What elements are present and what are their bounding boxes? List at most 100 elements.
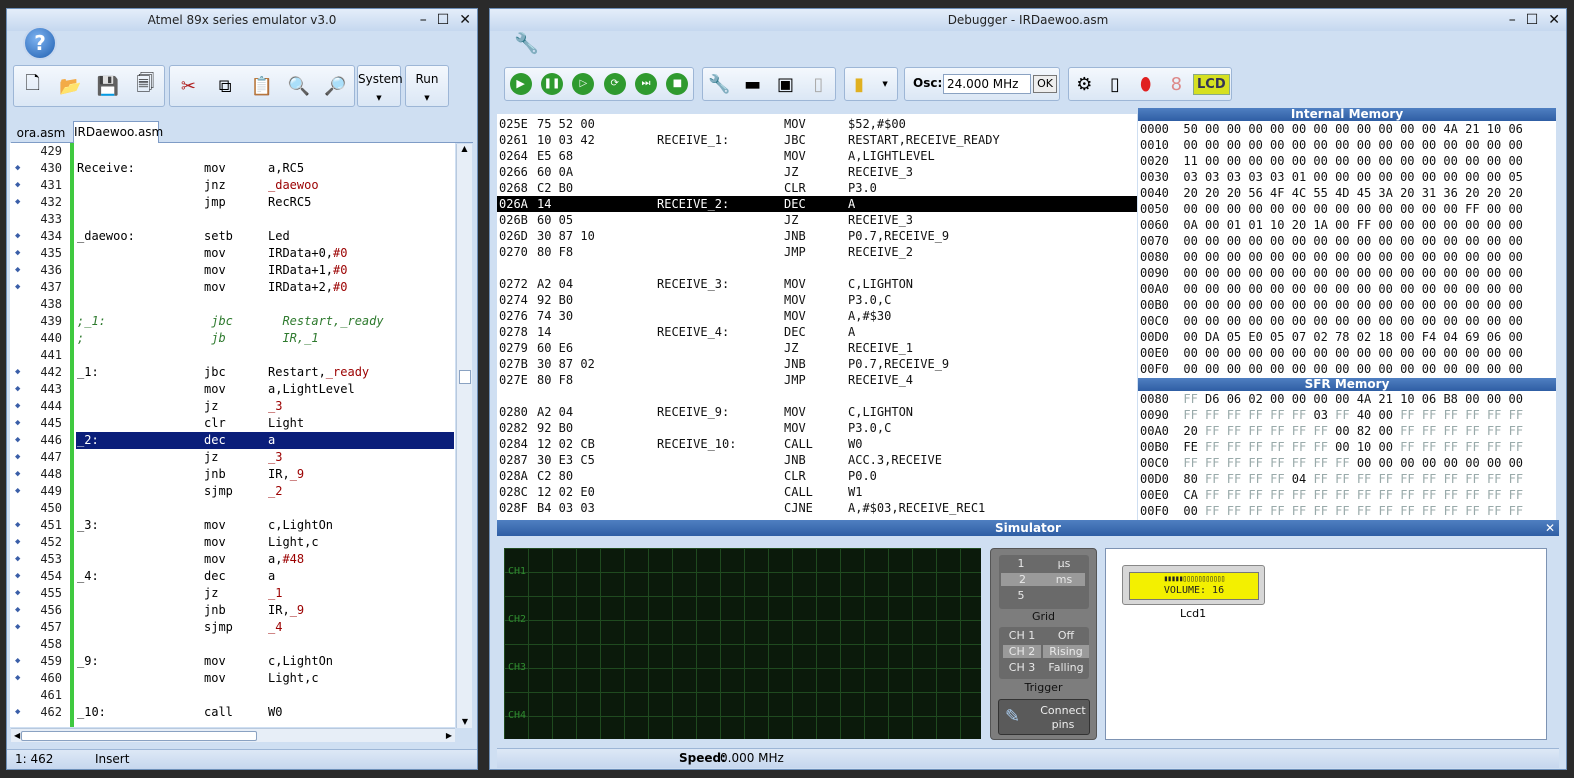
memory-row[interactable]: 0040 20 20 20 56 4F 4C 55 4D 45 3A 20 31…	[1140, 185, 1523, 201]
disasm-line[interactable]: 027B 30 87 02 JNB P0.7,RECEIVE_9	[497, 356, 1137, 372]
trigger-channel[interactable]: CH 1	[1003, 629, 1041, 642]
disasm-line[interactable]: 0280 A2 04 RECEIVE_9: MOV C,LIGHTON	[497, 404, 1137, 420]
seven-segment-icon[interactable]: 8	[1162, 70, 1190, 98]
disasm-line[interactable]: 0274 92 B0 MOV P3.0,C	[497, 292, 1137, 308]
tab-ora[interactable]: ora.asm	[15, 123, 67, 143]
disasm-line[interactable]: 0270 80 F8 JMP RECEIVE_2	[497, 244, 1137, 260]
button-component-icon[interactable]: ⚙	[1070, 70, 1098, 98]
memory-row[interactable]: 00B0 00 00 00 00 00 00 00 00 00 00 00 00…	[1140, 297, 1523, 313]
clipboard-icon[interactable]: ▯	[805, 70, 833, 98]
breakpoint-dot-icon[interactable]: ◆	[15, 670, 20, 687]
code-line[interactable]: ◆ 434 _daewoo: setb Led	[10, 228, 455, 245]
breakpoint-dot-icon[interactable]: ◆	[15, 534, 20, 551]
open-file-icon[interactable]: 📂	[56, 72, 84, 100]
code-line[interactable]: ◆ 432 jmp RecRC5	[10, 194, 455, 211]
step-into-icon[interactable]: ▷	[572, 73, 595, 95]
disasm-line[interactable]: 025E 75 52 00 MOV $52,#$00	[497, 116, 1137, 132]
switch-component-icon[interactable]: ▯	[1101, 70, 1129, 98]
breakpoint-dot-icon[interactable]: ◆	[15, 568, 20, 585]
sfr-memory-view[interactable]: 0080 FF D6 06 02 00 00 00 00 4A 21 10 06…	[1138, 391, 1556, 520]
scroll-left-icon[interactable]: ◀	[14, 731, 20, 740]
disasm-line[interactable]: 0266 60 0A JZ RECEIVE_3	[497, 164, 1137, 180]
disasm-line[interactable]: 026B 60 05 JZ RECEIVE_3	[497, 212, 1137, 228]
maximize-icon[interactable]: ☐	[1526, 9, 1539, 31]
memory-row[interactable]: 0080 00 00 00 00 00 00 00 00 00 00 00 00…	[1140, 249, 1523, 265]
close-icon[interactable]: ✕	[1545, 520, 1555, 536]
code-line[interactable]: ◆ 436 mov IRData+1,#0	[10, 262, 455, 279]
breakpoint-dot-icon[interactable]: ◆	[15, 381, 20, 398]
lcd-component[interactable]: ▮▮▮▮▮▯▯▯▯▯▯▯▯▯▯▯ VOLUME: 16	[1122, 565, 1265, 605]
breakpoint-dot-icon[interactable]: ◆	[15, 160, 20, 177]
debug-tool-icon[interactable]: 🔧	[706, 70, 734, 98]
folder-dropdown[interactable]: ▮ ▼	[844, 67, 898, 101]
copy-icon[interactable]: ⧉	[211, 72, 239, 100]
breakpoint-dot-icon[interactable]: ◆	[15, 245, 20, 262]
disasm-line[interactable]: 0284 12 02 CB RECEIVE_10: CALL W0	[497, 436, 1137, 452]
disasm-line[interactable]: 0268 C2 B0 CLR P3.0	[497, 180, 1137, 196]
maximize-icon[interactable]: ☐	[437, 9, 450, 31]
minimize-icon[interactable]: –	[420, 9, 427, 31]
code-line[interactable]: ◆ 462 _10: call W0	[10, 704, 455, 721]
breakpoint-dot-icon[interactable]: ◆	[15, 551, 20, 568]
code-line[interactable]: ◆ 447 jz _3	[10, 449, 455, 466]
step-over-icon[interactable]: ⟳	[603, 73, 626, 95]
memory-row[interactable]: 00F0 00 FF FF FF FF FF FF FF FF FF FF FF…	[1140, 503, 1523, 519]
memory-row[interactable]: 00C0 FF FF FF FF FF FF FF FF 00 00 00 00…	[1140, 455, 1523, 471]
trigger-channel[interactable]: CH 2	[1003, 645, 1041, 658]
code-line[interactable]: ◆ 457 sjmp _4	[10, 619, 455, 636]
chip-icon[interactable]: ▬	[739, 70, 767, 98]
code-line[interactable]: 461	[10, 687, 455, 704]
breakpoint-dot-icon[interactable]: ◆	[15, 602, 20, 619]
stop-icon[interactable]: ■	[666, 73, 689, 95]
disasm-line[interactable]: 0261 10 03 42 RECEIVE_1: JBC RESTART,RECEIVE…	[497, 132, 1137, 148]
save-all-icon[interactable]: 🗐	[131, 72, 159, 100]
code-line[interactable]: 439 ;_1: jbc Restart,_ready	[10, 313, 455, 330]
memory-row[interactable]: 00C0 00 00 00 00 00 00 00 00 00 00 00 00…	[1140, 313, 1523, 329]
code-line[interactable]: ◆ 445 clr Light	[10, 415, 455, 432]
code-editor[interactable]: 429 ◆ 430 Receive: mov a,RC5 ◆ 431 jnz _daewoo ◆ 43…	[10, 143, 455, 727]
memory-row[interactable]: 00D0 80 FF FF FF FF 04 FF FF FF FF FF FF…	[1140, 471, 1523, 487]
code-line[interactable]: 441	[10, 347, 455, 364]
help-button[interactable]: ?	[23, 26, 57, 60]
memory-row[interactable]: 00D0 00 DA 05 E0 05 07 02 78 02 18 00 F4…	[1140, 329, 1523, 345]
disasm-line[interactable]: 028C 12 02 E0 CALL W1	[497, 484, 1137, 500]
code-line[interactable]: ◆ 455 jz _1	[10, 585, 455, 602]
terminal-icon[interactable]: ▣	[772, 70, 800, 98]
disasm-line[interactable]: 028F B4 03 03 CJNE A,#$03,RECEIVE_REC1	[497, 500, 1137, 516]
disasm-line[interactable]: 0279 60 E6 JZ RECEIVE_1	[497, 340, 1137, 356]
code-line[interactable]: 440; jb IR,_1	[10, 330, 455, 347]
scroll-up-icon[interactable]: ▲	[457, 144, 472, 153]
find-icon[interactable]: 🔍	[285, 72, 313, 100]
disasm-line[interactable]: 0287 30 E3 C5 JNB ACC.3,RECEIVE	[497, 452, 1137, 468]
code-line[interactable]: 429	[10, 143, 455, 160]
code-line[interactable]: ◆ 448 jnb IR,_9	[10, 466, 455, 483]
editor-hscroll[interactable]: ◀ ▶	[11, 728, 455, 742]
code-line[interactable]: ◆ 460 mov Light,c	[10, 670, 455, 687]
breakpoint-dot-icon[interactable]: ◆	[15, 449, 20, 466]
breakpoint-dot-icon[interactable]: ◆	[15, 653, 20, 670]
code-line[interactable]: ◆ 449 sjmp _2	[10, 483, 455, 500]
breakpoint-dot-icon[interactable]: ◆	[15, 585, 20, 602]
scroll-thumb[interactable]	[459, 370, 471, 384]
disasm-line[interactable]: 0264 E5 68 MOV A,LIGHTLEVEL	[497, 148, 1137, 164]
trigger-channel[interactable]: CH 3	[1003, 661, 1041, 674]
lcd-component-button[interactable]: LCD	[1193, 73, 1230, 95]
code-line[interactable]: ◆ 446 _2: dec a	[10, 432, 455, 449]
code-line[interactable]: ◆ 442 _1: jbc Restart,_ready	[10, 364, 455, 381]
scroll-right-icon[interactable]: ▶	[446, 731, 452, 740]
run-menu-button[interactable]: Run ▼	[405, 65, 449, 107]
code-line[interactable]: 438	[10, 296, 455, 313]
code-line[interactable]: ◆ 435 mov IRData+0,#0	[10, 245, 455, 262]
grid-value[interactable]: 1	[1011, 557, 1031, 570]
trigger-mode[interactable]: Falling	[1043, 661, 1089, 674]
breakpoint-dot-icon[interactable]: ◆	[15, 194, 20, 211]
code-line[interactable]: ◆ 431 jnz _daewoo	[10, 177, 455, 194]
memory-row[interactable]: 00E0 00 00 00 00 00 00 00 00 00 00 00 00…	[1140, 345, 1523, 361]
code-line[interactable]: ◆ 451 _3: mov c,LightOn	[10, 517, 455, 534]
breakpoint-dot-icon[interactable]: ◆	[15, 228, 20, 245]
memory-row[interactable]: 00E0 CA FF FF FF FF FF FF FF FF FF FF FF…	[1140, 487, 1523, 503]
memory-row[interactable]: 00A0 20 FF FF FF FF FF FF 00 82 00 FF FF…	[1140, 423, 1523, 439]
code-line[interactable]: ◆ 430 Receive: mov a,RC5	[10, 160, 455, 177]
memory-row[interactable]: 0010 00 00 00 00 00 00 00 00 00 00 00 00…	[1140, 137, 1523, 153]
grid-value[interactable]: 5	[1011, 589, 1031, 602]
